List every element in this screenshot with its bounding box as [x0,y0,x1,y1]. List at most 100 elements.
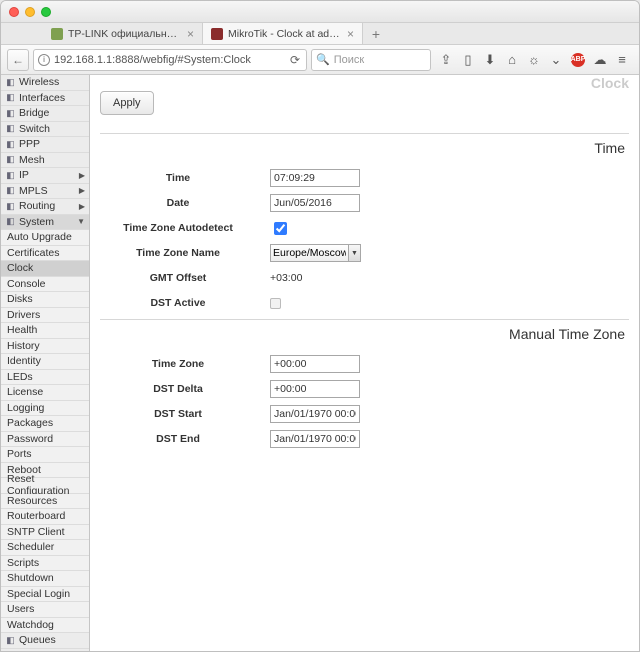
favicon-tplink [51,28,63,40]
sidebar-item-interfaces[interactable]: ◧Interfaces [1,91,89,107]
main-panel: Clock Apply Time Time Date Time Zone Aut… [90,75,639,651]
sidebar-item-label: Clock [7,262,33,274]
chevron-down-icon[interactable]: ▼ [349,244,361,262]
sidebar-item-ppp[interactable]: ◧PPP [1,137,89,153]
sidebar-item-label: Shutdown [7,572,54,584]
sidebar-subitem-scheduler[interactable]: Scheduler [1,540,89,556]
dst-delta-input[interactable] [270,380,360,398]
window-close[interactable] [9,7,19,17]
browser-window: TP-LINK официально подтве... × MikroTik … [0,0,640,652]
sidebar-subitem-drivers[interactable]: Drivers [1,308,89,324]
chevron-icon: ▶ [79,171,85,180]
sidebar-item-wireless[interactable]: ◧Wireless [1,75,89,91]
sidebar-item-label: Password [7,433,53,445]
sidebar-subitem-packages[interactable]: Packages [1,416,89,432]
tz-auto-checkbox[interactable] [274,222,287,235]
sidebar-item-bridge[interactable]: ◧Bridge [1,106,89,122]
sidebar-item-mpls[interactable]: ◧MPLS▶ [1,184,89,200]
sidebar-item-label: Certificates [7,247,60,259]
reload-icon[interactable]: ⟳ [288,53,302,67]
site-info-icon[interactable]: i [38,54,50,66]
sidebar-subitem-auto upgrade[interactable]: Auto Upgrade [1,230,89,246]
sidebar-subitem-scripts[interactable]: Scripts [1,556,89,572]
webfig-sidebar: ◧Wireless◧Interfaces◧Bridge◧Switch◧PPP◧M… [1,75,90,651]
section-manual-title: Manual Time Zone [100,320,629,352]
downloads-icon[interactable]: ⬇ [483,52,497,68]
sidebar-subitem-identity[interactable]: Identity [1,354,89,370]
sidebar-subitem-sntp client[interactable]: SNTP Client [1,525,89,541]
sidebar-subitem-routerboard[interactable]: Routerboard [1,509,89,525]
sidebar-subitem-history[interactable]: History [1,339,89,355]
sidebar-icon[interactable]: ▯ [461,52,475,68]
sidebar-subitem-watchdog[interactable]: Watchdog [1,618,89,634]
cloud-icon[interactable]: ☁ [593,52,607,68]
sidebar-subitem-special login[interactable]: Special Login [1,587,89,603]
sidebar-item-routing[interactable]: ◧Routing▶ [1,199,89,215]
tab-1-title: MikroTik - Clock at adsky@192.16... [228,28,342,40]
sidebar-subitem-resources[interactable]: Resources [1,494,89,510]
sidebar-item-label: Console [7,278,46,290]
sidebar-item-label: Scripts [7,557,39,569]
sync-icon[interactable]: ☼ [527,52,541,67]
sidebar-subitem-users[interactable]: Users [1,602,89,618]
sidebar-item-label: Mesh [19,154,45,166]
date-input[interactable] [270,194,360,212]
time-input[interactable] [270,169,360,187]
sidebar-item-label: Auto Upgrade [7,231,72,243]
menu-icon: ◧ [5,650,16,651]
window-zoom[interactable] [41,7,51,17]
sidebar-subitem-logging[interactable]: Logging [1,401,89,417]
sidebar-item-ip[interactable]: ◧IP▶ [1,168,89,184]
search-box[interactable]: 🔍 Поиск [311,49,431,71]
sidebar-subitem-console[interactable]: Console [1,277,89,293]
sidebar-item-label: Watchdog [7,619,54,631]
tz-name-select[interactable] [270,244,349,262]
sidebar-subitem-leds[interactable]: LEDs [1,370,89,386]
sidebar-subitem-clock[interactable]: Clock [1,261,89,277]
menu-icon[interactable]: ≡ [615,52,629,67]
adblock-icon[interactable]: ABP [571,53,585,67]
pocket-icon[interactable]: ⌄ [549,52,563,68]
url-bar[interactable]: i 192.168.1.1:8888/webfig/#System:Clock … [33,49,307,71]
sidebar-subitem-health[interactable]: Health [1,323,89,339]
sidebar-subitem-certificates[interactable]: Certificates [1,246,89,262]
menu-icon: ◧ [5,77,16,88]
sidebar-item-label: Drivers [7,309,40,321]
back-button[interactable]: ← [7,49,29,71]
sidebar-item-label: Ports [7,448,32,460]
favicon-mikrotik [211,28,223,40]
date-label: Date [100,197,270,209]
sidebar-subitem-disks[interactable]: Disks [1,292,89,308]
sidebar-subitem-license[interactable]: License [1,385,89,401]
manual-tz-input[interactable] [270,355,360,373]
tab-1[interactable]: MikroTik - Clock at adsky@192.16... × [203,23,363,44]
menu-icon: ◧ [5,635,16,646]
dst-start-input[interactable] [270,405,360,423]
tab-0[interactable]: TP-LINK официально подтве... × [43,23,203,44]
sidebar-item-mesh[interactable]: ◧Mesh [1,153,89,169]
menu-icon: ◧ [5,216,16,227]
manual-tz-label: Time Zone [100,358,270,370]
apply-button[interactable]: Apply [100,91,154,115]
tab-close-icon[interactable]: × [187,27,194,41]
sidebar-subitem-shutdown[interactable]: Shutdown [1,571,89,587]
sidebar-subitem-reset configuration[interactable]: Reset Configuration [1,478,89,494]
home-icon[interactable]: ⌂ [505,52,519,67]
window-minimize[interactable] [25,7,35,17]
dst-delta-label: DST Delta [100,383,270,395]
sidebar-item-label: System [19,216,54,228]
menu-icon: ◧ [5,170,16,181]
dst-end-input[interactable] [270,430,360,448]
share-icon[interactable]: ⇪ [439,52,453,68]
sidebar-item-queues[interactable]: ◧Queues [1,633,89,649]
toolbar-icons: ⇪ ▯ ⬇ ⌂ ☼ ⌄ ABP ☁ ≡ [435,52,633,68]
sidebar-item-files[interactable]: ◧Files [1,649,89,652]
sidebar-item-switch[interactable]: ◧Switch [1,122,89,138]
new-tab-button[interactable]: + [363,23,389,44]
dst-active-checkbox [270,298,281,309]
sidebar-subitem-password[interactable]: Password [1,432,89,448]
sidebar-item-system[interactable]: ◧System▼ [1,215,89,231]
tab-close-icon[interactable]: × [347,27,354,41]
sidebar-subitem-ports[interactable]: Ports [1,447,89,463]
titlebar [1,1,639,23]
